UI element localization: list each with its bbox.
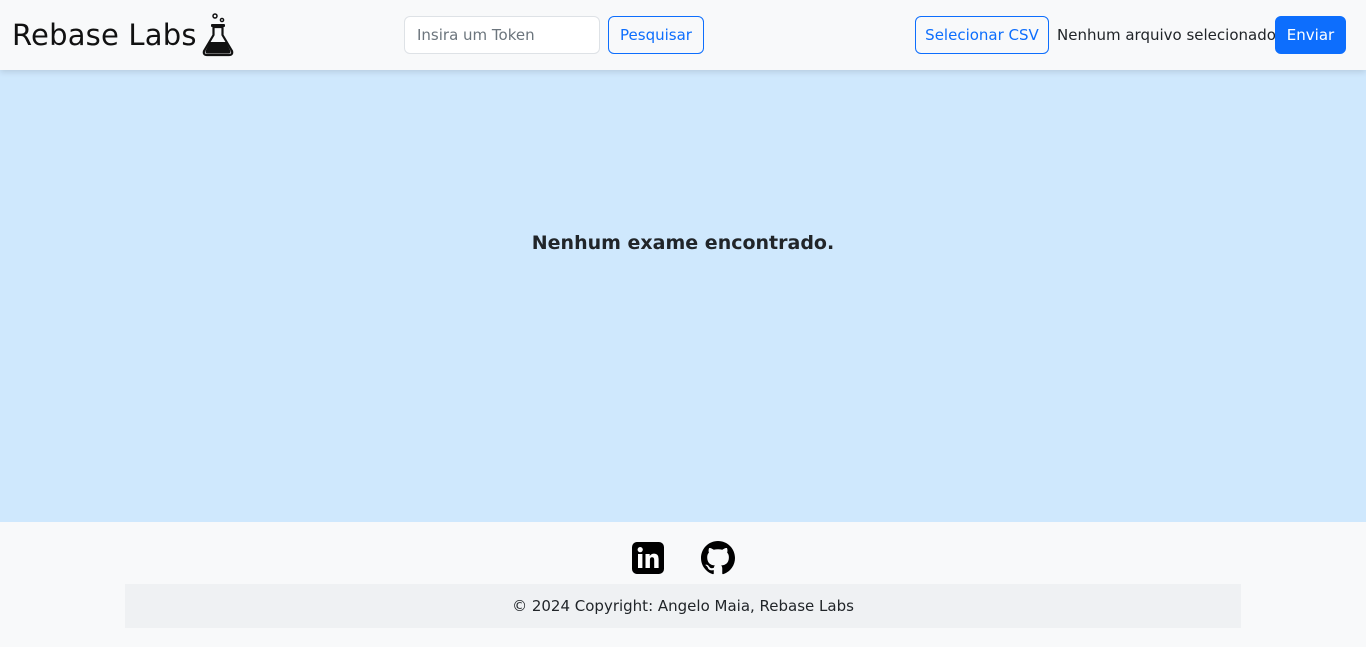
github-icon[interactable] bbox=[701, 541, 735, 575]
copyright-text: © 2024 Copyright: Angelo Maia, Rebase La… bbox=[125, 584, 1241, 628]
flask-icon bbox=[201, 13, 235, 57]
exams-container: Nenhum exame encontrado. bbox=[0, 70, 1366, 522]
file-status-label: Nenhum arquivo selecionado bbox=[1057, 26, 1276, 44]
brand-name: Rebase Labs bbox=[12, 18, 197, 52]
search-button[interactable]: Pesquisar bbox=[608, 16, 704, 54]
empty-results-message: Nenhum exame encontrado. bbox=[531, 232, 835, 254]
select-csv-button[interactable]: Selecionar CSV bbox=[915, 16, 1049, 54]
linkedin-icon[interactable] bbox=[631, 541, 665, 575]
footer: © 2024 Copyright: Angelo Maia, Rebase La… bbox=[0, 522, 1366, 647]
token-search-input[interactable] bbox=[404, 16, 600, 54]
brand-link[interactable]: Rebase Labs bbox=[12, 13, 235, 57]
navbar: Rebase Labs Pesquisar Selecionar CSV Nen… bbox=[0, 0, 1366, 70]
send-button[interactable]: Enviar bbox=[1275, 16, 1346, 54]
